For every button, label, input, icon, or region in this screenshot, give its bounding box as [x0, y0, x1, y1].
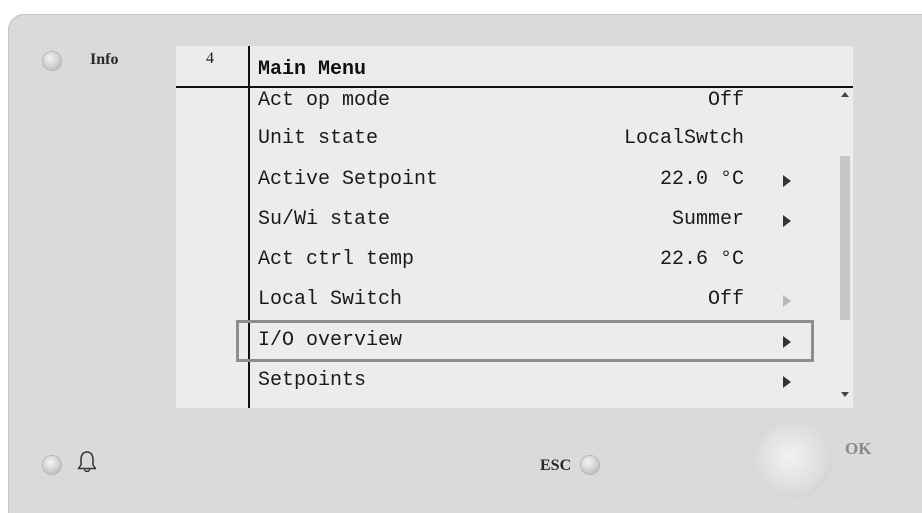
menu-item-value: 22.6 °C [659, 248, 744, 271]
menu-item-label: Unit state [258, 127, 379, 150]
menu-item-label: Act op mode [258, 89, 391, 112]
menu-item-act-op-mode[interactable]: Act op mode Off [258, 84, 818, 118]
menu-title: Main Menu [258, 58, 367, 81]
bell-icon [77, 451, 97, 473]
menu-item-local-switch[interactable]: Local Switch Off [258, 283, 818, 317]
menu-item-io-overview[interactable]: I/O overview [258, 324, 818, 358]
menu-item-label: Local Switch [258, 288, 403, 311]
submenu-arrow-icon [783, 215, 791, 227]
submenu-arrow-icon [783, 295, 791, 307]
menu-item-value: LocalSwtch [623, 127, 744, 150]
menu-item-active-setpoint[interactable]: Active Setpoint 22.0 °C [258, 163, 818, 197]
menu-item-su-wi-state[interactable]: Su/Wi state Summer [258, 203, 818, 237]
menu-item-act-ctrl-temp[interactable]: Act ctrl temp 22.6 °C [258, 243, 818, 277]
scroll-up-arrow-icon [841, 92, 849, 97]
info-led-button[interactable] [43, 52, 61, 70]
submenu-arrow-icon [783, 336, 791, 348]
menu-item-unit-state[interactable]: Unit state LocalSwtch [258, 122, 818, 156]
alarm-led-button[interactable] [43, 456, 61, 474]
menu-item-label: Active Setpoint [258, 168, 439, 191]
menu-item-value: Off [707, 89, 744, 112]
esc-button[interactable] [581, 456, 599, 474]
menu-item-value: Off [707, 288, 744, 311]
menu-item-setpoints[interactable]: Setpoints [258, 364, 818, 398]
menu-item-label: I/O overview [258, 329, 403, 352]
esc-label: ESC [540, 457, 572, 474]
page-number: 4 [206, 50, 214, 67]
info-label: Info [90, 51, 119, 68]
menu-item-label: Act ctrl temp [258, 248, 415, 271]
menu-item-value: Summer [671, 208, 744, 231]
scrollbar-thumb[interactable] [840, 156, 850, 320]
submenu-arrow-icon [783, 175, 791, 187]
menu-item-value: 22.0 °C [659, 168, 744, 191]
submenu-arrow-icon [783, 376, 791, 388]
menu-item-label: Su/Wi state [258, 208, 391, 231]
ok-knob-button[interactable] [757, 423, 832, 498]
scroll-down-arrow-icon [841, 392, 849, 397]
ok-label: OK [845, 439, 872, 458]
menu-item-label: Setpoints [258, 369, 367, 392]
